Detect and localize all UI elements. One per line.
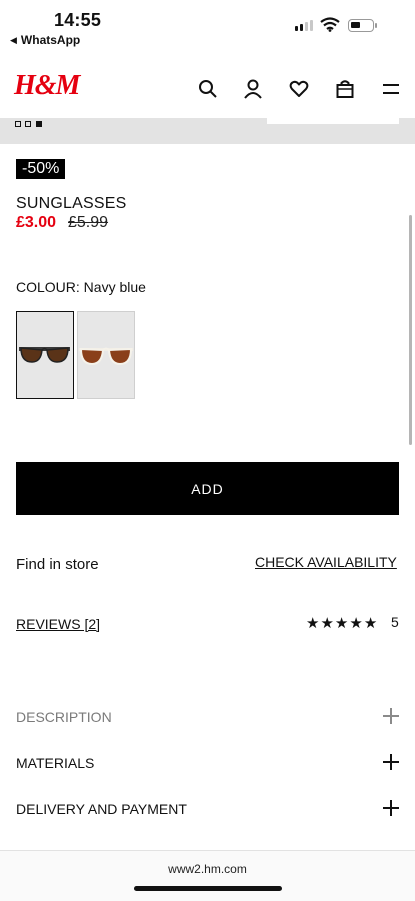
- expand-plus-icon[interactable]: [383, 708, 399, 724]
- heart-icon[interactable]: [288, 78, 310, 100]
- star-icon: ★: [320, 615, 334, 632]
- gallery-dot-active[interactable]: [36, 121, 42, 127]
- star-icon: ★: [349, 615, 363, 632]
- colour-swatch-white[interactable]: [77, 311, 135, 399]
- find-in-store-label: Find in store: [16, 556, 99, 573]
- star-icon: ★: [363, 615, 378, 632]
- original-price: £5.99: [68, 214, 109, 231]
- discount-badge: -50%: [16, 159, 66, 179]
- back-to-app-link[interactable]: ◀ WhatsApp: [10, 33, 80, 47]
- scrollbar[interactable]: [409, 215, 412, 445]
- accordion-delivery-payment[interactable]: DELIVERY AND PAYMENT: [16, 801, 187, 817]
- expand-plus-icon[interactable]: [383, 754, 399, 770]
- sunglasses-image: [19, 347, 70, 363]
- accordion-description[interactable]: DESCRIPTION: [16, 709, 112, 725]
- bag-icon[interactable]: [334, 78, 356, 100]
- expand-plus-icon[interactable]: [383, 800, 399, 816]
- star-icon: ★: [306, 615, 320, 632]
- rating-value: 5: [391, 614, 399, 630]
- colour-swatch-navy-blue[interactable]: [16, 311, 74, 399]
- sunglasses-image: [79, 347, 133, 366]
- colour-label: COLOUR: Navy blue: [16, 279, 146, 295]
- sale-price: £3.00: [16, 214, 57, 231]
- add-to-bag-button[interactable]: ADD: [16, 462, 399, 515]
- reviews-link[interactable]: REVIEWS [2]: [16, 616, 100, 632]
- url-label[interactable]: www2.hm.com: [0, 862, 415, 876]
- menu-icon[interactable]: [380, 78, 402, 100]
- wifi-icon: [320, 17, 340, 32]
- gallery-image-edge: [267, 118, 399, 124]
- signal-icon: [295, 20, 313, 31]
- home-indicator[interactable]: [134, 886, 282, 891]
- gallery-dot[interactable]: [25, 121, 31, 127]
- star-icon: ★: [334, 615, 349, 632]
- product-title: SUNGLASSES: [16, 195, 127, 212]
- gallery-dot[interactable]: [15, 121, 21, 127]
- hm-logo[interactable]: H&M: [14, 70, 80, 102]
- check-availability-link[interactable]: CHECK AVAILABILITY: [255, 554, 397, 570]
- back-arrow-icon: ◀: [10, 34, 17, 45]
- battery-icon: [348, 19, 377, 32]
- status-time: 14:55: [54, 10, 102, 30]
- rating-stars: ★ ★ ★ ★ ★: [306, 614, 377, 632]
- back-app-label: WhatsApp: [20, 33, 81, 47]
- accordion-materials[interactable]: MATERIALS: [16, 755, 94, 771]
- account-icon[interactable]: [242, 78, 264, 100]
- search-icon[interactable]: [197, 78, 219, 100]
